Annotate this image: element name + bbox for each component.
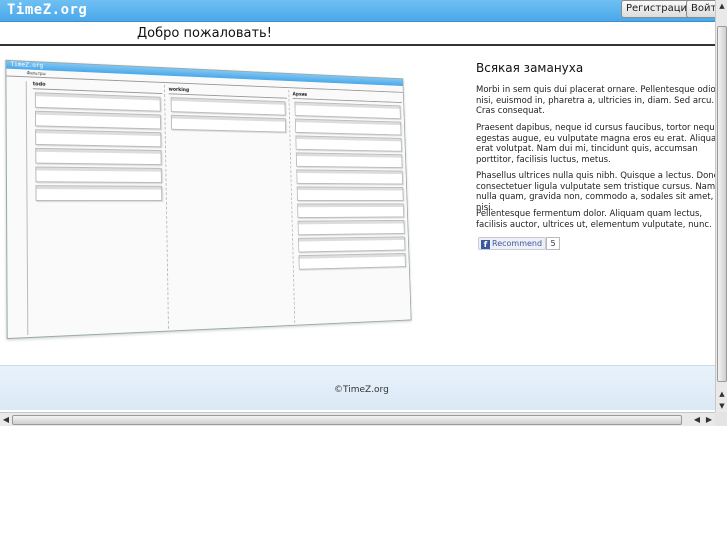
scroll-left-icon[interactable]: ◀: [0, 413, 12, 426]
side-paragraph: Praesent dapibus, neque id cursus faucib…: [476, 123, 725, 165]
app-screenshot: TimeZ.org Фильтры todo working Архив: [0, 50, 470, 350]
recommend-label: Recommend: [492, 239, 543, 248]
screenshot-card: [295, 152, 403, 169]
screenshot-card: [296, 186, 404, 201]
side-paragraph: Morbi in sem quis dui placerat ornare. P…: [476, 85, 716, 116]
horizontal-scrollbar[interactable]: ◀ ◀ ▶: [0, 412, 715, 426]
screenshot-card: [294, 101, 401, 120]
scrollbar-corner: [715, 412, 727, 426]
scroll-left-icon[interactable]: ◀: [691, 413, 703, 426]
scroll-right-icon[interactable]: ▶: [703, 413, 715, 426]
screenshot-card: [296, 169, 404, 185]
screenshot-card: [298, 252, 406, 270]
facebook-icon: f: [481, 240, 490, 249]
side-heading: Всякая замануха: [476, 61, 584, 75]
footer: ©TimeZ.org: [0, 365, 715, 410]
screenshot-card: [297, 219, 405, 236]
screenshot-card: [297, 203, 405, 219]
scroll-up-icon[interactable]: ▲: [716, 0, 727, 12]
copyright: ©TimeZ.org: [334, 385, 389, 395]
screenshot-column-todo: todo: [30, 79, 169, 335]
horizontal-scroll-thumb[interactable]: [12, 415, 682, 425]
screenshot-column-working: working: [166, 84, 296, 329]
screenshot-card: [298, 236, 406, 253]
recommend-count: 5: [546, 237, 560, 250]
screenshot-image: TimeZ.org Фильтры todo working Архив: [5, 59, 412, 340]
screenshot-sidebar: [8, 80, 29, 336]
screenshot-card: [35, 185, 163, 201]
screenshot-card: [294, 118, 402, 136]
scroll-down-icon[interactable]: ▼: [716, 400, 727, 412]
vertical-scroll-thumb[interactable]: [717, 26, 727, 382]
side-paragraph: Pellentesque fermentum dolor. Aliquam qu…: [476, 209, 712, 230]
top-bar: TimeZ.org Регистрация Войти: [0, 0, 727, 22]
screenshot-card: [35, 147, 162, 166]
vertical-scrollbar[interactable]: ▲ ▲ ▼: [715, 0, 727, 412]
screenshot-card: [35, 166, 162, 183]
screenshot-card: [170, 114, 287, 133]
side-paragraph: Phasellus ultrices nulla quis nibh. Quis…: [476, 171, 724, 213]
facebook-recommend-button[interactable]: f Recommend: [478, 237, 547, 250]
scroll-up-icon[interactable]: ▲: [716, 388, 727, 400]
screenshot-card: [34, 110, 162, 130]
welcome-heading: Добро пожаловать!: [137, 26, 272, 41]
site-logo[interactable]: TimeZ.org: [7, 2, 87, 18]
browser-viewport: TimeZ.org Регистрация Войти Добро пожало…: [0, 0, 727, 426]
screenshot-card: [295, 135, 402, 152]
screenshot-card: [170, 97, 286, 116]
screenshot-column-archive: Архив: [291, 90, 411, 323]
page-header: Добро пожаловать!: [0, 23, 715, 46]
screenshot-card: [35, 129, 162, 148]
screenshot-card: [34, 92, 161, 112]
